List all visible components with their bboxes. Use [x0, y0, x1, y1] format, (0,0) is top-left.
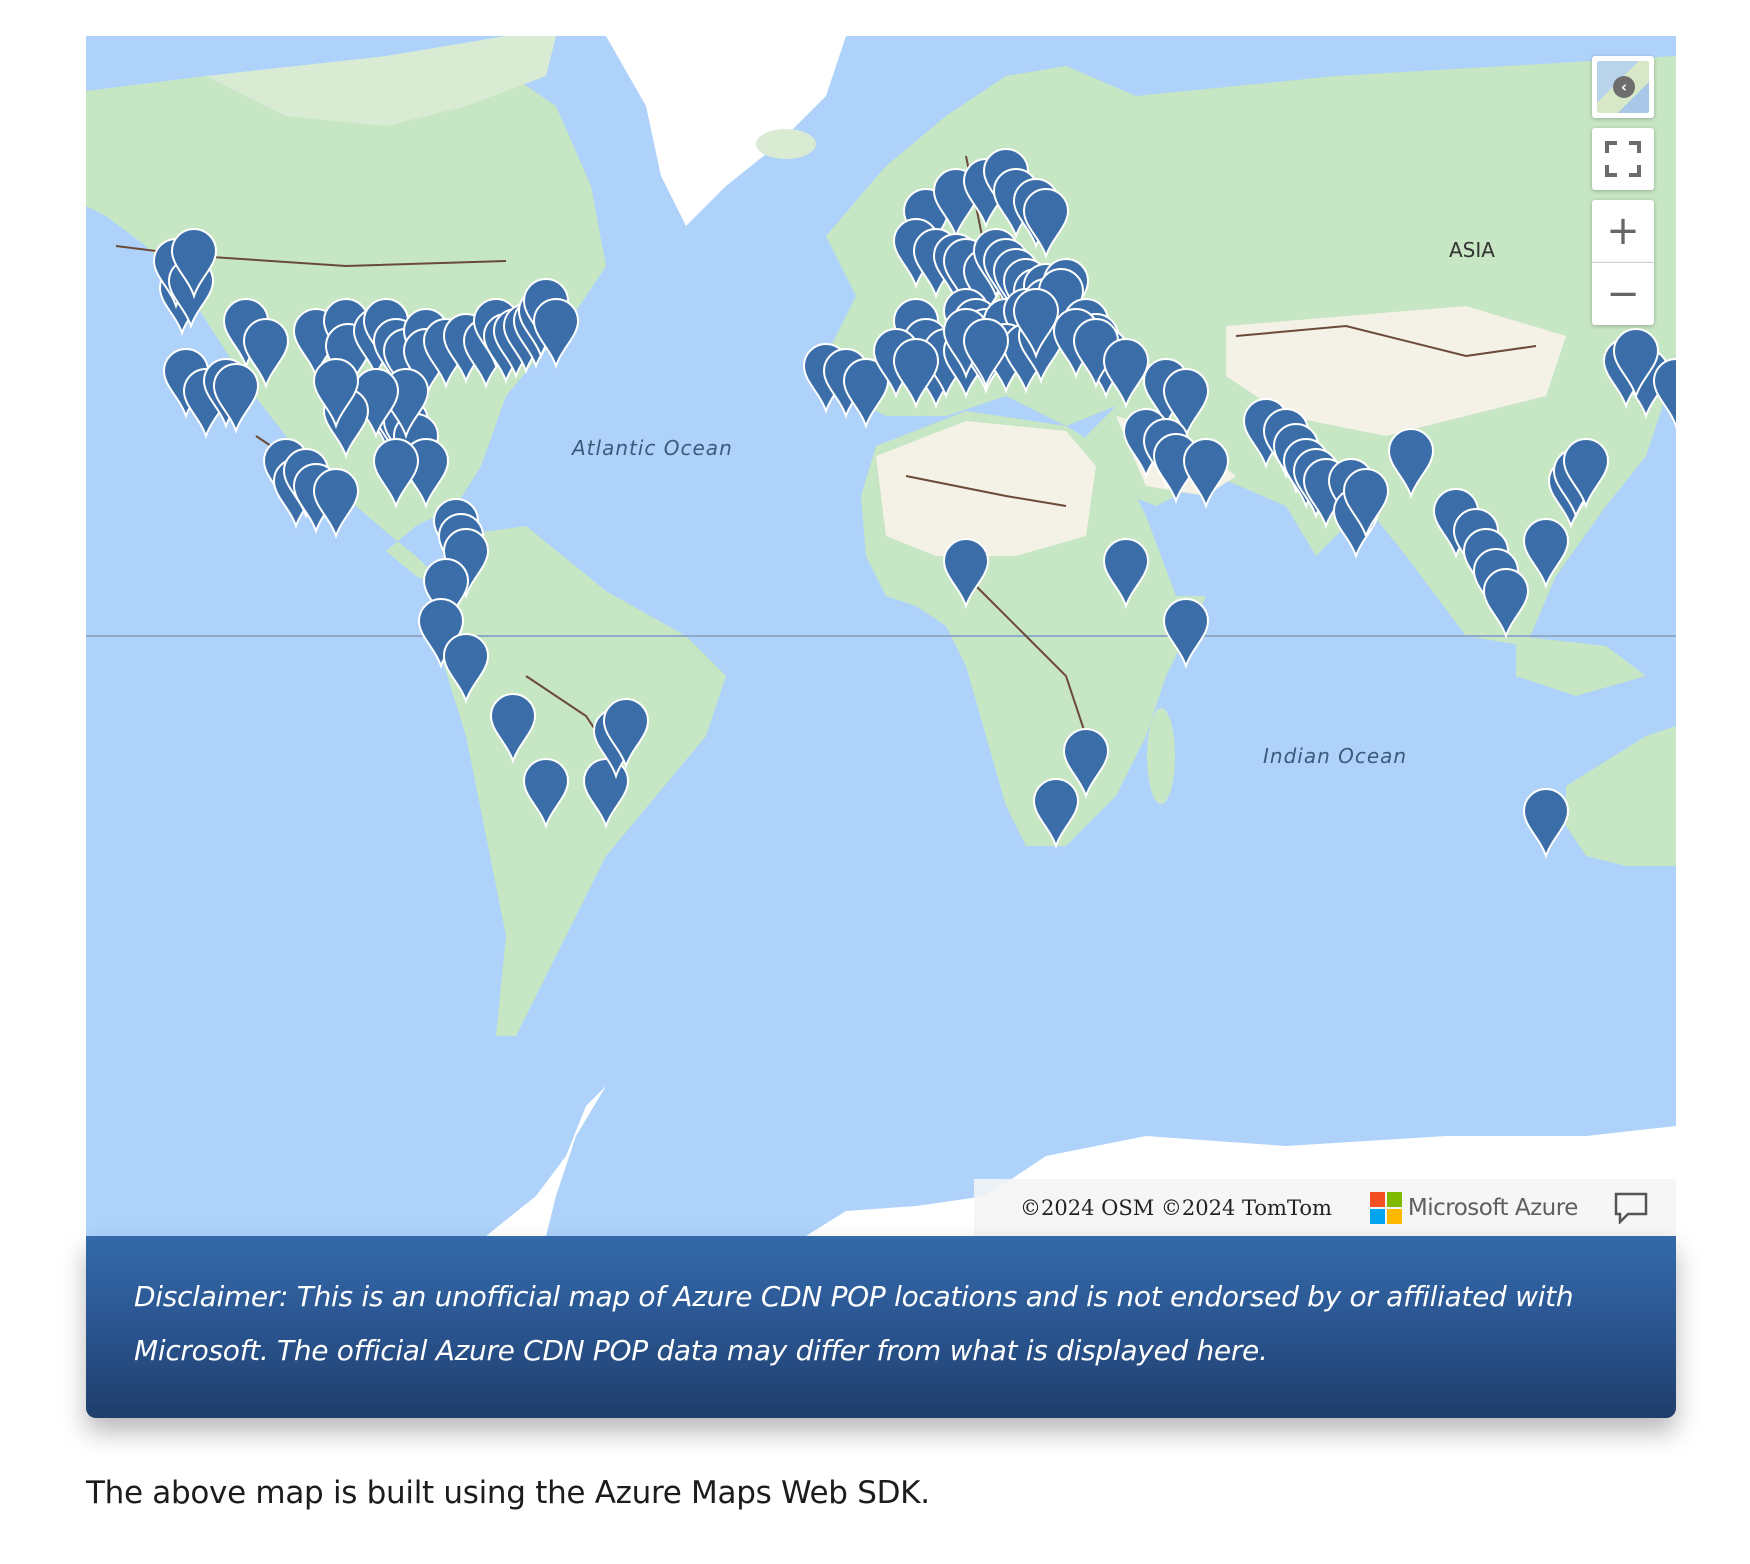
zoom-in-button[interactable]: + — [1592, 200, 1654, 263]
disclaimer-banner: Disclaimer: This is an unofficial map of… — [86, 1236, 1676, 1418]
feedback-icon[interactable] — [1614, 1192, 1648, 1224]
chevron-left-icon: ‹ — [1613, 76, 1635, 98]
fullscreen-icon — [1605, 141, 1641, 177]
indian-ocean-label: Indian Ocean — [1263, 744, 1407, 768]
map-style-thumbnail: ‹ — [1597, 61, 1649, 113]
asia-label: ASIA — [1449, 238, 1495, 262]
world-map[interactable]: Atlantic Ocean Indian Ocean ASIA ‹ + − ©… — [86, 36, 1676, 1236]
disclaimer-text: Disclaimer: This is an unofficial map of… — [134, 1280, 1574, 1367]
atlantic-ocean-label: Atlantic Ocean — [570, 436, 733, 460]
map-attribution-bar: ©2024 OSM ©2024 TomTom Microsoft Azure — [974, 1179, 1676, 1236]
caption-text: The above map is built using the Azure M… — [86, 1475, 930, 1511]
microsoft-azure-logo[interactable]: Microsoft Azure — [1369, 1191, 1578, 1224]
microsoft-logo-icon — [1369, 1191, 1402, 1224]
zoom-out-button[interactable]: − — [1592, 263, 1654, 325]
brand-name: Microsoft Azure — [1407, 1194, 1578, 1221]
fullscreen-button[interactable] — [1592, 128, 1654, 190]
map-basemap: Atlantic Ocean Indian Ocean ASIA — [86, 36, 1676, 1236]
map-copyright: ©2024 OSM ©2024 TomTom — [1020, 1195, 1332, 1220]
map-style-picker-button[interactable]: ‹ — [1592, 56, 1654, 118]
